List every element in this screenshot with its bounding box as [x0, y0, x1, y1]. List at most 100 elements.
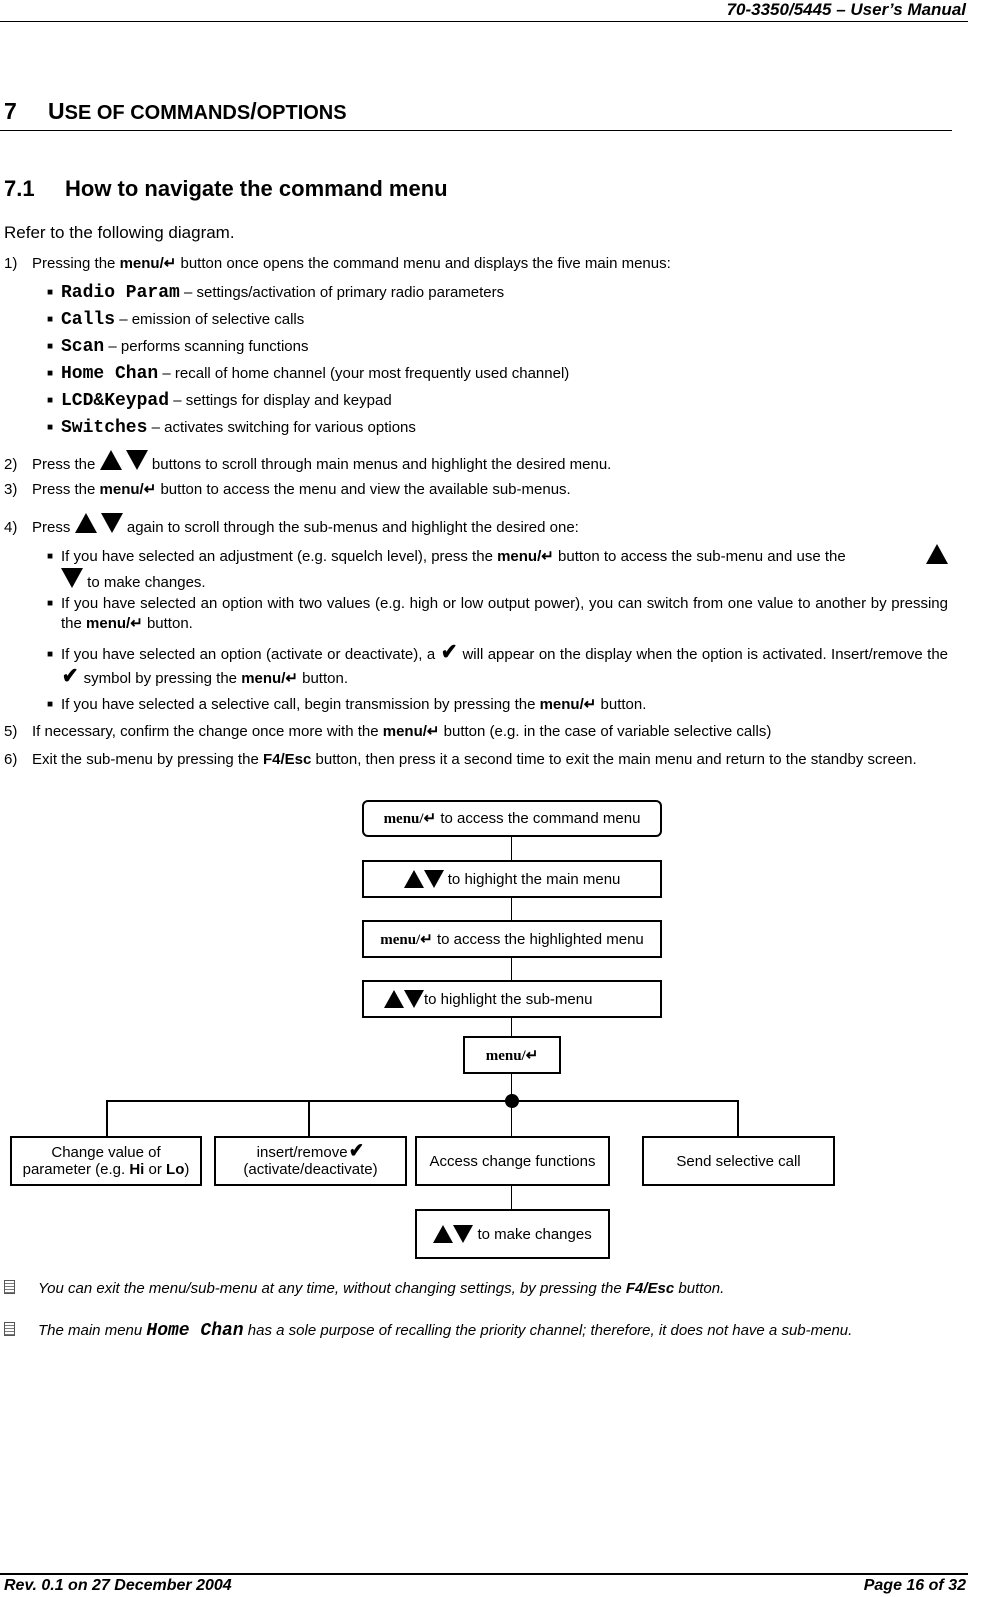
step-text: button to access the menu and view the a… — [160, 481, 571, 498]
bullet-text: will appear on the display when the opti… — [462, 646, 949, 663]
box-text: Send selective call — [676, 1152, 801, 1170]
down-triangle-icon — [61, 568, 83, 588]
checkmark-icon: ✔ — [348, 1140, 364, 1162]
step-text: button, then press it a second time to e… — [315, 751, 917, 768]
menu-key-label: menu/↵ — [99, 481, 157, 498]
document-header-title: 70-3350/5445 – User’s Manual — [726, 0, 966, 19]
menu-key-label: menu/↵ — [119, 255, 177, 272]
section-title-part1: SE OF COMMANDS — [64, 102, 251, 124]
up-triangle-icon — [926, 544, 948, 564]
step-5: 5) If necessary, confirm the change once … — [4, 723, 771, 741]
step-1: 1) Pressing the menu/↵ button once opens … — [4, 255, 671, 273]
box-text: (activate/deactivate) — [243, 1161, 378, 1178]
down-triangle-icon — [404, 990, 424, 1008]
hi-label: Hi — [129, 1161, 145, 1178]
menu-key-label: menu/↵ — [383, 811, 437, 827]
step-3: 3) Press the menu/↵ button to access the … — [4, 481, 571, 499]
step-text: button once opens the command menu and d… — [180, 255, 671, 272]
step-number: 6) — [4, 751, 18, 768]
checkmark-icon: ✔ — [61, 663, 79, 688]
note-icon — [4, 1322, 15, 1336]
step-text: Press — [32, 519, 71, 536]
connector-line — [511, 1018, 512, 1037]
footer-rule — [0, 1573, 968, 1575]
main-menu-item: ■ Scan – performs scanning functions — [47, 338, 309, 356]
step-number: 1) — [4, 255, 18, 272]
sub-bullet-selective-call: ■ If you have selected a selective call,… — [47, 696, 948, 714]
menu-name: Switches — [61, 418, 148, 438]
section-title-initial: U — [48, 98, 65, 124]
menu-desc: – recall of home channel (your most freq… — [162, 365, 570, 382]
section-heading: 7 USE OF COMMANDS/OPTIONS — [4, 98, 347, 125]
diagram-box-send-selective-call: Send selective call — [642, 1136, 835, 1186]
bullet-text: button. — [146, 615, 193, 632]
step-text: again to scroll through the sub-menus an… — [126, 519, 579, 536]
menu-name: Home Chan — [61, 364, 159, 384]
bullet-icon: ■ — [47, 422, 54, 433]
checkmark-icon: ✔ — [440, 639, 458, 664]
bullet-text: If you have selected an adjustment (e.g.… — [61, 548, 493, 565]
branch-line — [106, 1100, 739, 1102]
branch-drop — [106, 1100, 108, 1137]
branch-drop — [308, 1100, 310, 1137]
bullet-icon: ■ — [47, 649, 54, 660]
diagram-box-insert-remove: insert/remove✔ (activate/deactivate) — [214, 1136, 407, 1186]
bullet-text: button. — [600, 696, 647, 713]
box-text: or — [148, 1161, 162, 1178]
up-triangle-icon — [74, 513, 97, 533]
step-number: 4) — [4, 519, 18, 536]
step-6: 6) Exit the sub-menu by pressing the F4/… — [4, 752, 948, 768]
note-home-chan: The main menu Home Chan has a sole purpo… — [38, 1321, 852, 1341]
main-menu-item: ■ Switches – activates switching for vari… — [47, 419, 416, 437]
down-triangle-icon — [100, 513, 123, 533]
bullet-text: If you have selected an option with two … — [61, 595, 948, 632]
section-number: 7 — [4, 98, 17, 124]
branch-drop — [511, 1100, 512, 1137]
step-text: Exit the sub-menu by pressing the — [32, 751, 259, 768]
subsection-title: How to navigate the command menu — [65, 176, 448, 201]
bullet-icon: ■ — [47, 368, 54, 379]
bullet-icon: ■ — [47, 314, 54, 325]
bullet-icon: ■ — [47, 699, 54, 710]
step-number: 3) — [4, 481, 18, 498]
diagram-box-access-command-menu: menu/↵ to access the command menu — [362, 800, 662, 837]
step-text: Press the — [32, 481, 96, 498]
bullet-text: to make changes. — [87, 574, 206, 591]
menu-desc: – settings for display and keypad — [173, 392, 392, 409]
diagram-box-make-changes: to make changes — [415, 1209, 610, 1259]
step-number: 5) — [4, 723, 18, 740]
step-text: If necessary, confirm the change once mo… — [32, 723, 379, 740]
bullet-text: If you have selected an option (activate… — [61, 646, 436, 663]
step-number: 2) — [4, 456, 18, 473]
menu-key-label: menu/↵ — [380, 931, 433, 948]
connector-line — [511, 1186, 512, 1210]
bullet-icon: ■ — [47, 287, 54, 298]
box-text: to make changes — [477, 1225, 592, 1243]
main-menu-item: ■ Calls – emission of selective calls — [47, 311, 304, 329]
footer-page-number: Page 16 of 32 — [863, 1577, 966, 1594]
intro-text: Refer to the following diagram. — [4, 223, 235, 242]
connector-line — [511, 958, 512, 980]
box-text: insert/remove — [256, 1144, 348, 1161]
up-triangle-icon — [99, 450, 122, 470]
box-text: to highlight the sub-menu — [424, 990, 593, 1008]
junction-dot — [505, 1094, 519, 1108]
bullet-text: If you have selected a selective call, b… — [61, 696, 536, 713]
box-text: to highight the main menu — [447, 870, 621, 888]
bullet-icon: ■ — [47, 341, 54, 352]
diagram-box-change-value: Change value of parameter (e.g. Hi or Lo… — [10, 1136, 202, 1186]
main-menu-item: ■ Radio Param – settings/activation of pr… — [47, 284, 504, 302]
menu-desc: – performs scanning functions — [108, 338, 309, 355]
up-triangle-icon — [384, 990, 404, 1008]
note-text: You can exit the menu/sub-menu at any ti… — [38, 1280, 622, 1297]
menu-name: Scan — [61, 337, 105, 357]
subsection-heading: 7.1 How to navigate the command menu — [4, 176, 448, 202]
down-triangle-icon — [125, 450, 148, 470]
bullet-text: symbol by pressing the — [83, 670, 238, 687]
menu-key-label: menu/↵ — [485, 1047, 539, 1064]
sub-bullet-adjustment: ■ If you have selected an adjustment (e.… — [47, 544, 948, 594]
menu-key-label: menu/↵ — [539, 696, 597, 713]
lo-label: Lo — [166, 1161, 185, 1178]
down-triangle-icon — [423, 870, 444, 888]
sub-bullet-activate: ■ If you have selected an option (activa… — [47, 639, 949, 691]
